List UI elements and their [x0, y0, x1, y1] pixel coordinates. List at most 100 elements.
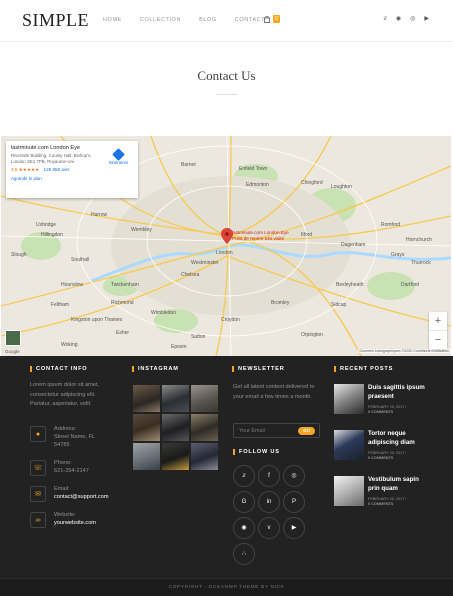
- newsletter-form: Your Email GO: [233, 423, 320, 438]
- enlarge-map-link[interactable]: Agrandir le plan: [11, 176, 133, 181]
- twitter-icon[interactable]: 𝕫: [233, 465, 255, 487]
- post-date: FEBRUARY 20, 2017 /: [368, 450, 407, 455]
- contact-info-text: Lorem ipsum dolor sit amet, consectetur …: [30, 382, 100, 407]
- map-place-label: Wimbledon: [151, 310, 176, 316]
- twitter-icon[interactable]: 𝕫: [383, 15, 387, 22]
- recent-post[interactable]: Tortor neque adipiscing diam FEBRUARY 20…: [334, 430, 426, 461]
- map-place-label: London: [216, 250, 233, 256]
- rss-icon[interactable]: ∴: [233, 543, 255, 565]
- cart-count-badge: 0: [273, 15, 280, 23]
- map-place-label: Croydon: [221, 317, 240, 323]
- recent-post[interactable]: Duis sagittis ipsum praesent FEBRUARY 20…: [334, 384, 426, 415]
- subscribe-button[interactable]: GO: [298, 427, 315, 435]
- map-place-label: Bexleyheath: [336, 282, 364, 288]
- instagram-photo[interactable]: [191, 443, 218, 470]
- post-title[interactable]: Vestibulum sapin prin quam: [368, 476, 426, 494]
- map-place-label: Edmonton: [246, 182, 269, 188]
- marker-label[interactable]: lastminute.com London Eye Point de repèr…: [232, 230, 290, 241]
- newsletter-title: NEWSLETTER: [232, 366, 285, 372]
- nav-home[interactable]: HOME: [103, 17, 122, 23]
- post-meta: FEBRUARY 20, 2017 / 0 COMMENTS: [368, 497, 426, 507]
- title-divider: [216, 94, 237, 95]
- instagram-photo[interactable]: [133, 414, 160, 441]
- reviews-link[interactable]: 129 856 avis: [44, 167, 70, 172]
- email-input[interactable]: Your Email: [239, 428, 265, 434]
- nav-contact[interactable]: CONTACT: [235, 17, 265, 23]
- instagram-photo[interactable]: [162, 414, 189, 441]
- post-comments[interactable]: 0 COMMENTS: [368, 410, 393, 414]
- youtube-icon[interactable]: ▶: [283, 517, 305, 539]
- map-place-label: Enfield Town: [239, 166, 267, 172]
- instagram-photo[interactable]: [133, 385, 160, 412]
- rating-value: 4,5: [11, 167, 18, 172]
- post-date: FEBRUARY 20, 2017 /: [368, 404, 407, 409]
- map-place-label: Dagenham: [341, 242, 365, 248]
- page-bottom-margin: [0, 596, 453, 600]
- map-zoom-controls: + −: [429, 312, 447, 349]
- vimeo-icon[interactable]: v: [258, 517, 280, 539]
- instagram-icon[interactable]: ◎: [283, 465, 305, 487]
- map-place-label: Sutton: [191, 334, 206, 340]
- post-comments[interactable]: 0 COMMENTS: [368, 502, 393, 506]
- map-place-label: Epsom: [171, 344, 187, 350]
- instagram-photo[interactable]: [162, 385, 189, 412]
- post-title[interactable]: Duis sagittis ipsum praesent: [368, 384, 426, 402]
- email-label: Email:: [54, 486, 70, 492]
- map-place-label: Chingford: [301, 180, 323, 186]
- site-logo[interactable]: SIMPLE: [22, 10, 89, 31]
- directions-icon: [112, 148, 126, 161]
- shopping-bag-icon: [264, 15, 270, 23]
- site-header: SIMPLE HOME COLLECTION BLOG CONTACT 0 𝕫 …: [0, 0, 453, 42]
- post-thumbnail[interactable]: [334, 384, 364, 414]
- map-attribution[interactable]: Données cartographiques ©2020 Conditions…: [357, 349, 451, 353]
- pinterest-icon[interactable]: P: [283, 491, 305, 513]
- nav-collection[interactable]: COLLECTION: [140, 17, 181, 23]
- post-title[interactable]: Tortor neque adipiscing diam: [368, 430, 426, 448]
- instagram-photo[interactable]: [191, 414, 218, 441]
- email-link[interactable]: contact@support.com: [54, 494, 109, 502]
- map-place-label: Wembley: [131, 227, 152, 233]
- contact-info-title: CONTACT INFO: [30, 366, 116, 372]
- facebook-icon[interactable]: ◉: [396, 15, 401, 22]
- linkedin-icon[interactable]: in: [258, 491, 280, 513]
- map-place-label: Kingston upon Thames: [71, 317, 123, 323]
- phone-row: ☏ Phone: 621-254-2147: [30, 460, 89, 476]
- website-link[interactable]: yourwebsite.com: [54, 520, 96, 528]
- post-thumbnail[interactable]: [334, 430, 364, 460]
- post-date: FEBRUARY 20, 2017 /: [368, 496, 407, 501]
- facebook-icon[interactable]: f: [258, 465, 280, 487]
- instagram-photo[interactable]: [133, 443, 160, 470]
- instagram-photo[interactable]: [162, 443, 189, 470]
- email-row: ✉ Email: contact@support.com: [30, 486, 109, 502]
- recent-posts-widget: RECENT POSTS: [334, 366, 393, 372]
- instagram-icon[interactable]: ◎: [410, 15, 415, 22]
- location-icon: ●: [30, 426, 46, 442]
- map-place-card: lastminute.com London Eye Riverside Buil…: [6, 141, 138, 198]
- google-logo: Google: [5, 349, 20, 354]
- map-place-label: Uxbridge: [36, 222, 56, 228]
- satellite-toggle[interactable]: [5, 330, 21, 346]
- recent-posts-title: RECENT POSTS: [334, 366, 393, 372]
- post-meta: FEBRUARY 20, 2017 / 0 COMMENTS: [368, 451, 426, 461]
- google-plus-icon[interactable]: G: [233, 491, 255, 513]
- instagram-photo[interactable]: [191, 385, 218, 412]
- map-place-label: Ilford: [301, 232, 312, 238]
- map-place-label: Twickenham: [111, 282, 139, 288]
- star-icons: ★★★★★: [18, 167, 40, 172]
- header-social-links: 𝕫 ◉ ◎ ▶: [383, 15, 429, 22]
- directions-button[interactable]: Itinéraires: [109, 148, 129, 165]
- follow-us-title: FOLLOW US: [233, 449, 280, 455]
- cart-button[interactable]: 0: [264, 15, 280, 23]
- nav-blog[interactable]: BLOG: [199, 17, 217, 23]
- zoom-out-button[interactable]: −: [429, 331, 447, 349]
- contact-info-widget: CONTACT INFO Lorem ipsum dolor sit amet,…: [30, 366, 116, 410]
- dribbble-icon[interactable]: ◉: [233, 517, 255, 539]
- zoom-in-button[interactable]: +: [429, 312, 447, 330]
- post-thumbnail[interactable]: [334, 476, 364, 506]
- directions-label: Itinéraires: [109, 160, 129, 165]
- google-map[interactable]: WatfordEnfield TownEdmontonChingfordLoug…: [1, 136, 451, 356]
- youtube-icon[interactable]: ▶: [424, 15, 429, 22]
- recent-post[interactable]: Vestibulum sapin prin quam FEBRUARY 20, …: [334, 476, 426, 507]
- place-address: Riverside Building, County Hall, Bishop'…: [11, 153, 92, 164]
- post-comments[interactable]: 0 COMMENTS: [368, 456, 393, 460]
